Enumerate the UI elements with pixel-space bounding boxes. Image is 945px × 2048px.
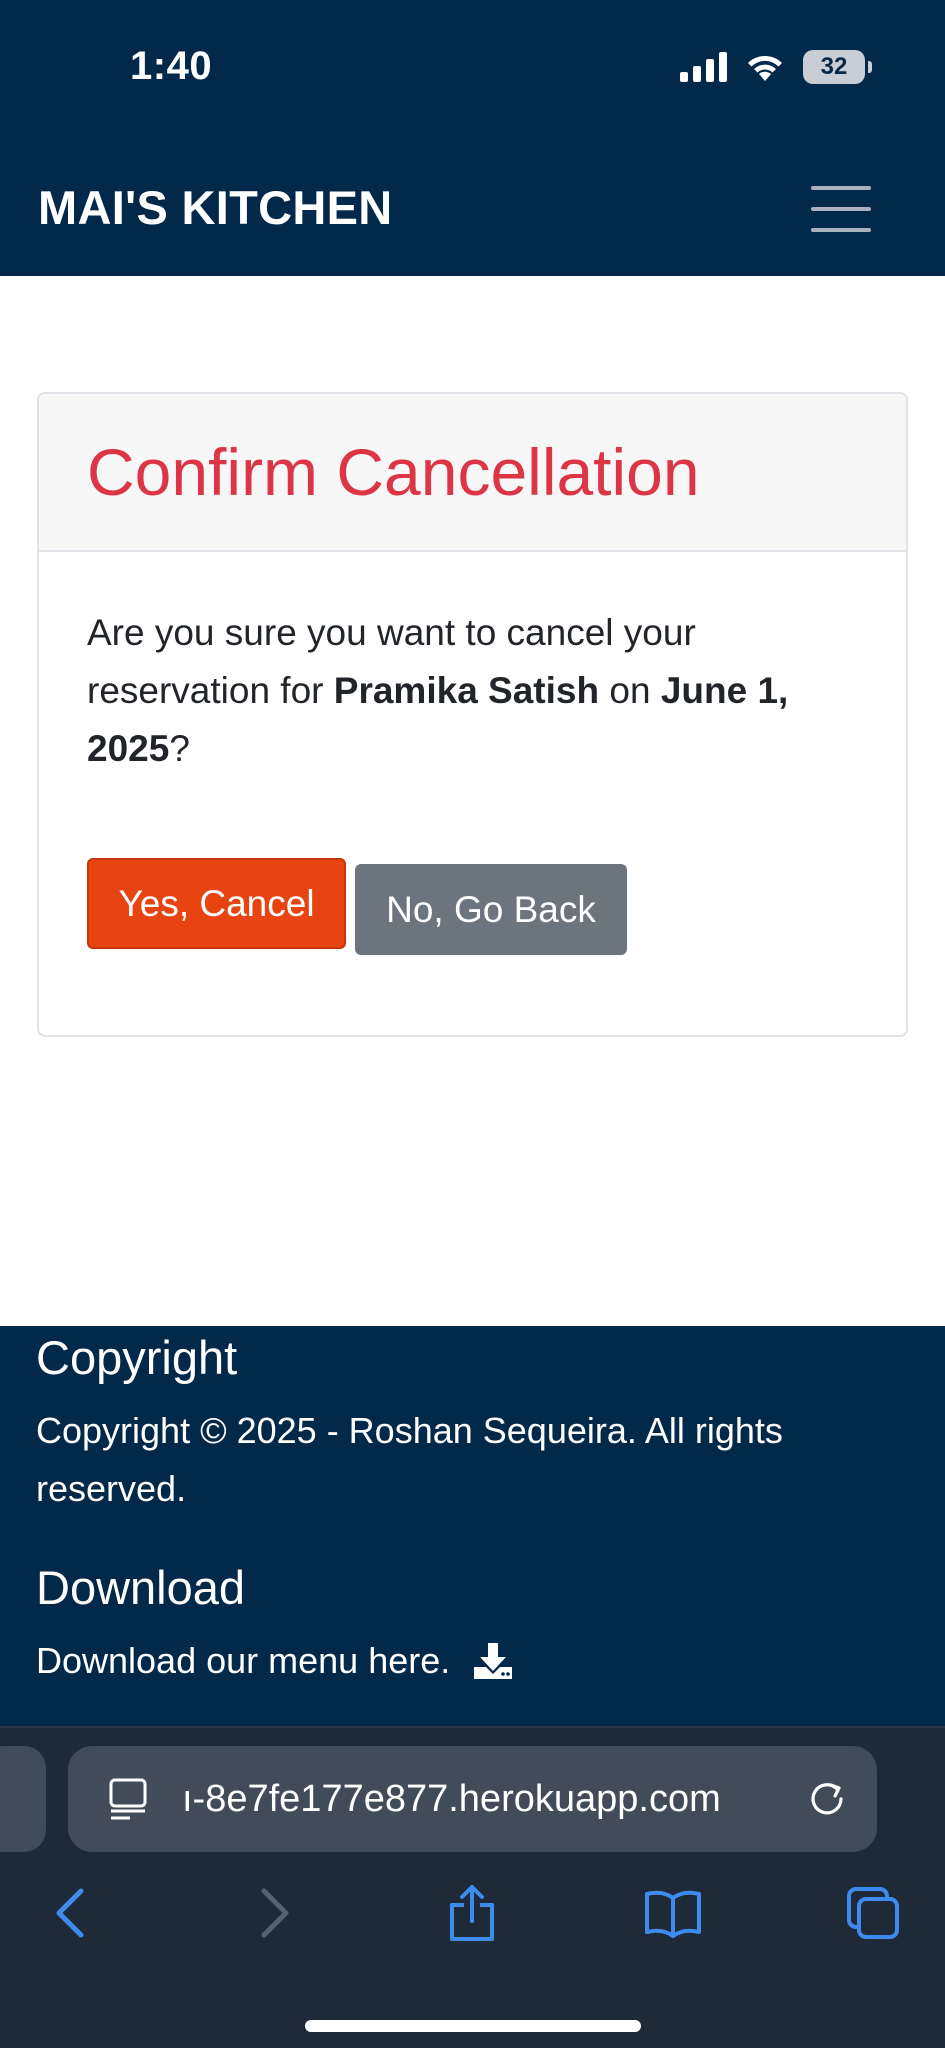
battery-icon: 32 xyxy=(803,50,872,84)
page-menu-icon[interactable] xyxy=(108,1777,148,1821)
menu-toggle-icon[interactable] xyxy=(811,186,871,232)
download-icon[interactable] xyxy=(472,1641,514,1681)
message-text-after: ? xyxy=(169,728,190,769)
copyright-heading: Copyright xyxy=(36,1331,238,1384)
confirm-cancel-button[interactable]: Yes, Cancel xyxy=(87,858,346,949)
navbar-brand[interactable]: MAI'S KITCHEN xyxy=(38,180,393,235)
address-bar[interactable]: ı-8e7fe177e877.herokuapp.com xyxy=(68,1746,877,1852)
cellular-signal-icon xyxy=(680,52,727,82)
go-back-button[interactable]: No, Go Back xyxy=(355,864,627,955)
action-buttons: Yes, Cancel No, Go Back xyxy=(87,858,858,958)
status-time: 1:40 xyxy=(130,44,213,88)
reservation-name: Pramika Satish xyxy=(333,670,600,711)
previous-tab[interactable] xyxy=(0,1746,46,1852)
home-indicator xyxy=(305,2020,641,2032)
download-row: Download our menu here. xyxy=(36,1632,514,1690)
app-header: 1:40 32 MAI'S KITCHEN xyxy=(0,0,945,276)
bookmarks-icon[interactable] xyxy=(638,1878,708,1948)
browser-toolbar xyxy=(0,1878,945,1968)
forward-icon[interactable] xyxy=(239,1878,309,1948)
card-header: Confirm Cancellation xyxy=(39,394,906,552)
download-heading: Download xyxy=(36,1561,246,1614)
copyright-text: Copyright © 2025 - Roshan Sequeira. All … xyxy=(36,1410,783,1509)
url-text[interactable]: ı-8e7fe177e877.herokuapp.com xyxy=(182,1778,807,1821)
site-footer: Copyright Copyright © 2025 - Roshan Sequ… xyxy=(0,1326,945,1726)
download-text: Download our menu here. xyxy=(36,1640,451,1681)
browser-chrome: ı-8e7fe177e877.herokuapp.com xyxy=(0,1726,945,2048)
message-text-mid: on xyxy=(599,670,661,711)
share-icon[interactable] xyxy=(437,1878,507,1948)
status-icons: 32 xyxy=(680,50,872,84)
tabs-icon[interactable] xyxy=(838,1878,908,1948)
card-body: Are you sure you want to cancel your res… xyxy=(39,552,906,958)
wifi-icon xyxy=(748,55,782,81)
confirm-card: Confirm Cancellation Are you sure you wa… xyxy=(37,392,908,1037)
card-title: Confirm Cancellation xyxy=(87,435,700,509)
reload-icon[interactable] xyxy=(807,1779,847,1819)
confirmation-message: Are you sure you want to cancel your res… xyxy=(87,604,858,778)
back-icon[interactable] xyxy=(36,1878,106,1948)
